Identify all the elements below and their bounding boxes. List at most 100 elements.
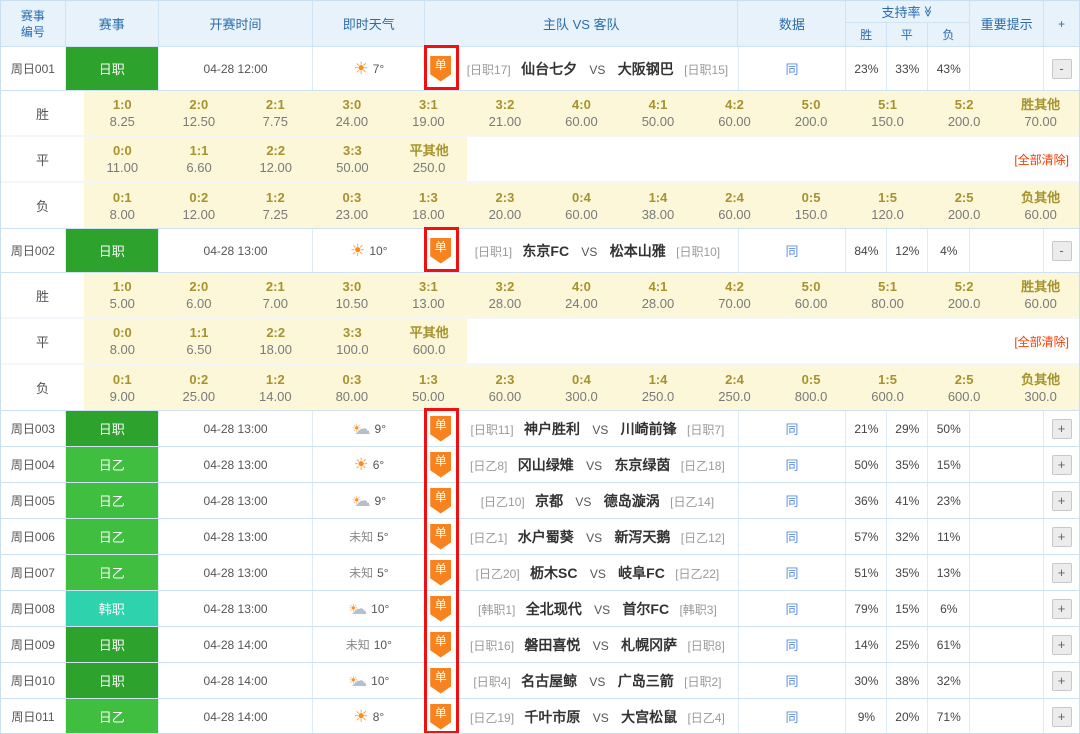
odds-cell[interactable]: 0:4 60.00: [543, 183, 620, 228]
odds-cell[interactable]: 1:2 14.00: [237, 365, 314, 410]
league-badge[interactable]: 日乙: [66, 699, 159, 734]
odds-cell[interactable]: 胜其他 60.00: [1002, 273, 1079, 317]
away-team[interactable]: 东京绿茵: [614, 457, 670, 473]
odds-cell[interactable]: 0:0 8.00: [84, 319, 161, 363]
expand-button[interactable]: +: [1052, 491, 1072, 511]
home-team[interactable]: 水户蜀葵: [518, 529, 574, 545]
odds-cell[interactable]: 1:5 120.0: [849, 183, 926, 228]
odds-cell[interactable]: 2:0 12.50: [161, 91, 238, 135]
away-team[interactable]: 广岛三箭: [618, 673, 674, 689]
away-team[interactable]: 大宫松鼠: [621, 709, 677, 725]
collapse-button[interactable]: -: [1052, 59, 1072, 79]
away-team[interactable]: 川崎前锋: [621, 421, 677, 437]
odds-cell[interactable]: 3:2 21.00: [467, 91, 544, 135]
odds-cell[interactable]: 4:0 24.00: [543, 273, 620, 317]
odds-cell[interactable]: 1:1 6.50: [161, 319, 238, 363]
odds-cell[interactable]: 0:1 9.00: [84, 365, 161, 410]
data-link[interactable]: 同: [786, 59, 799, 78]
home-team[interactable]: 仙台七夕: [521, 61, 577, 77]
league-badge[interactable]: 日职: [66, 411, 159, 446]
league-badge[interactable]: 日职: [66, 47, 159, 90]
odds-cell[interactable]: 0:5 800.0: [773, 365, 850, 410]
away-team[interactable]: 首尔FC: [622, 601, 669, 617]
odds-cell[interactable]: 2:0 6.00: [161, 273, 238, 317]
odds-cell[interactable]: 4:0 60.00: [543, 91, 620, 135]
odds-cell[interactable]: 2:1 7.00: [237, 273, 314, 317]
away-team[interactable]: 松本山雅: [610, 243, 666, 259]
expand-button[interactable]: +: [1052, 419, 1072, 439]
odds-cell[interactable]: 0:0 11.00: [84, 137, 161, 181]
header-support-rate[interactable]: 支持率 ≫: [846, 1, 969, 23]
odds-cell[interactable]: 2:1 7.75: [237, 91, 314, 135]
data-link[interactable]: 同: [786, 599, 799, 618]
league-badge[interactable]: 日职: [66, 229, 159, 272]
data-link[interactable]: 同: [786, 671, 799, 690]
league-badge[interactable]: 日乙: [66, 447, 159, 482]
home-team[interactable]: 千叶市原: [524, 709, 580, 725]
odds-cell[interactable]: 2:4 60.00: [696, 183, 773, 228]
league-badge[interactable]: 日乙: [66, 555, 159, 590]
odds-cell[interactable]: 5:0 60.00: [773, 273, 850, 317]
odds-cell[interactable]: 2:5 600.0: [926, 365, 1003, 410]
odds-cell[interactable]: 2:3 20.00: [467, 183, 544, 228]
away-team[interactable]: 札幌冈萨: [621, 637, 677, 653]
clear-all-link[interactable]: [全部清除]: [1014, 151, 1069, 168]
league-badge[interactable]: 日职: [66, 663, 159, 698]
odds-cell[interactable]: 2:3 60.00: [467, 365, 544, 410]
odds-cell[interactable]: 3:0 10.50: [314, 273, 391, 317]
data-link[interactable]: 同: [786, 455, 799, 474]
odds-cell[interactable]: 5:0 200.0: [773, 91, 850, 135]
odds-cell[interactable]: 0:2 12.00: [161, 183, 238, 228]
away-team[interactable]: 新泻天鹅: [614, 529, 670, 545]
odds-cell[interactable]: 2:2 18.00: [237, 319, 314, 363]
odds-cell[interactable]: 5:1 150.0: [849, 91, 926, 135]
clear-all-link[interactable]: [全部清除]: [1014, 333, 1069, 350]
data-link[interactable]: 同: [786, 491, 799, 510]
data-link[interactable]: 同: [786, 527, 799, 546]
home-team[interactable]: 东京FC: [522, 243, 569, 259]
odds-cell[interactable]: 1:0 8.25: [84, 91, 161, 135]
odds-cell[interactable]: 1:4 250.0: [620, 365, 697, 410]
away-team[interactable]: 大阪钢巴: [618, 61, 674, 77]
home-team[interactable]: 全北现代: [526, 601, 582, 617]
away-team[interactable]: 德岛漩涡: [604, 493, 660, 509]
odds-cell[interactable]: 3:1 13.00: [390, 273, 467, 317]
odds-cell[interactable]: 5:1 80.00: [849, 273, 926, 317]
data-link[interactable]: 同: [786, 419, 799, 438]
odds-cell[interactable]: 4:2 60.00: [696, 91, 773, 135]
expand-button[interactable]: +: [1052, 563, 1072, 583]
odds-cell[interactable]: 1:1 6.60: [161, 137, 238, 181]
league-badge[interactable]: 日乙: [66, 483, 159, 518]
odds-cell[interactable]: 1:4 38.00: [620, 183, 697, 228]
odds-cell[interactable]: 3:3 100.0: [314, 319, 391, 363]
odds-cell[interactable]: 0:3 23.00: [314, 183, 391, 228]
odds-cell[interactable]: 3:0 24.00: [314, 91, 391, 135]
league-badge[interactable]: 韩职: [66, 591, 159, 626]
odds-cell[interactable]: 2:2 12.00: [237, 137, 314, 181]
league-badge[interactable]: 日职: [66, 627, 159, 662]
data-link[interactable]: 同: [786, 563, 799, 582]
odds-cell[interactable]: 0:3 80.00: [314, 365, 391, 410]
odds-cell[interactable]: 4:2 70.00: [696, 273, 773, 317]
home-team[interactable]: 京都: [535, 493, 563, 509]
home-team[interactable]: 冈山绿雉: [518, 457, 574, 473]
odds-cell[interactable]: 5:2 200.0: [926, 273, 1003, 317]
collapse-button[interactable]: -: [1052, 241, 1072, 261]
odds-cell[interactable]: 2:4 250.0: [696, 365, 773, 410]
data-link[interactable]: 同: [786, 707, 799, 726]
home-team[interactable]: 枥木SC: [530, 565, 577, 581]
odds-cell[interactable]: 平其他 600.0: [391, 319, 468, 363]
odds-cell[interactable]: 5:2 200.0: [926, 91, 1003, 135]
odds-cell[interactable]: 3:2 28.00: [467, 273, 544, 317]
expand-button[interactable]: +: [1052, 455, 1072, 475]
expand-button[interactable]: +: [1052, 527, 1072, 547]
odds-cell[interactable]: 1:3 50.00: [390, 365, 467, 410]
odds-cell[interactable]: 负其他 300.0: [1002, 365, 1079, 410]
odds-cell[interactable]: 3:3 50.00: [314, 137, 391, 181]
data-link[interactable]: 同: [786, 241, 799, 260]
away-team[interactable]: 岐阜FC: [618, 565, 665, 581]
data-link[interactable]: 同: [786, 635, 799, 654]
odds-cell[interactable]: 2:5 200.0: [926, 183, 1003, 228]
odds-cell[interactable]: 平其他 250.0: [391, 137, 468, 181]
odds-cell[interactable]: 1:0 5.00: [84, 273, 161, 317]
